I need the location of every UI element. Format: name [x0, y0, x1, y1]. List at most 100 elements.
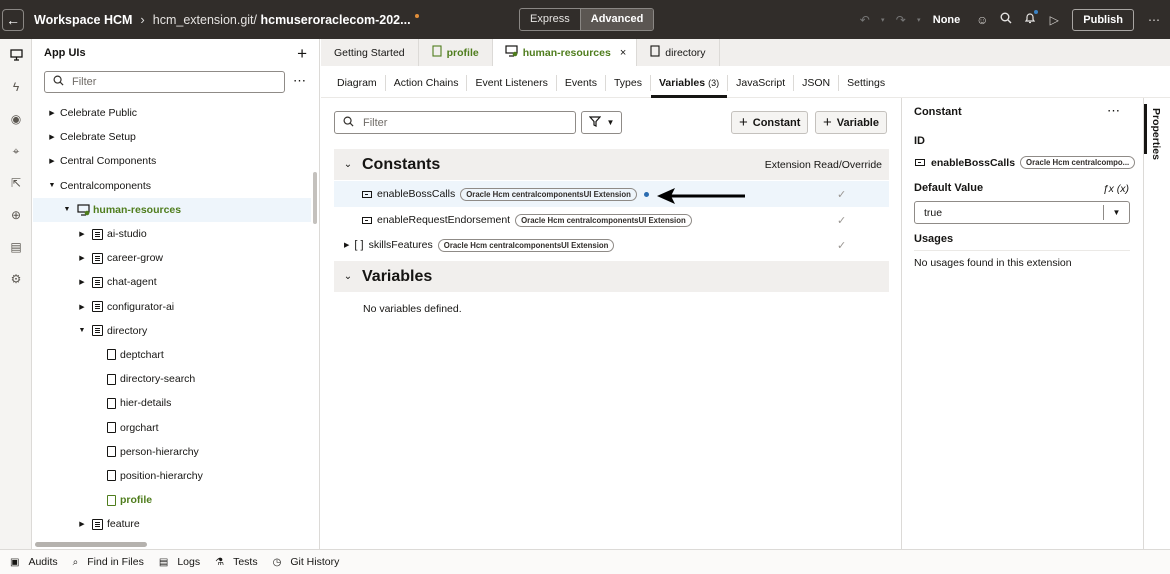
- tree-item[interactable]: profile: [33, 488, 311, 512]
- none-label[interactable]: None: [933, 14, 961, 26]
- tree-item[interactable]: ▶ Central Components: [33, 149, 311, 173]
- tree-item[interactable]: ▼ directory: [33, 319, 311, 343]
- tree-item[interactable]: position-hierarchy: [33, 464, 311, 488]
- smiley-icon[interactable]: ☺: [970, 13, 994, 27]
- publish-button[interactable]: Publish: [1072, 8, 1134, 31]
- tree-item[interactable]: ▶ Celebrate Setup: [33, 125, 311, 149]
- bottom-find-in-files-button[interactable]: ⌕ Find in Files: [73, 556, 144, 568]
- default-value-select[interactable]: true ▼: [914, 201, 1130, 224]
- bottom-tests-button[interactable]: ⚗ Tests: [215, 556, 257, 568]
- variables-section-header[interactable]: ⌄ Variables: [334, 261, 889, 292]
- chevron-down-icon[interactable]: ▼: [46, 182, 58, 189]
- add-variable-button[interactable]: + Variable: [815, 111, 887, 134]
- tree-item[interactable]: ▶ configurator-ai: [33, 295, 311, 319]
- export-icon[interactable]: ⇱: [0, 167, 32, 199]
- subtab-types[interactable]: Types: [606, 75, 651, 91]
- chevron-down-icon[interactable]: ▼: [76, 327, 88, 334]
- constant-row[interactable]: enableRequestEndorsement Oracle Hcm cent…: [334, 207, 889, 233]
- chevron-right-icon[interactable]: ▶: [76, 303, 88, 311]
- editor-tab[interactable]: profile: [419, 39, 493, 66]
- pin-icon[interactable]: ⌖: [0, 135, 32, 167]
- undo-icon[interactable]: ↶: [853, 13, 877, 27]
- redo-menu-icon[interactable]: ▾: [913, 16, 925, 24]
- bottom-git-history-button[interactable]: ◷ Git History: [273, 556, 340, 568]
- globe-icon[interactable]: ⊕: [0, 199, 32, 231]
- variables-filter-input[interactable]: Filter: [334, 111, 576, 134]
- constant-row[interactable]: enableBossCalls Oracle Hcm centralcompon…: [334, 181, 889, 207]
- chevron-right-icon[interactable]: ▶: [76, 230, 88, 238]
- settings-badge-icon[interactable]: ⚙: [0, 263, 32, 295]
- constant-row[interactable]: ▶ [ ] skillsFeatures Oracle Hcm centralc…: [334, 232, 889, 258]
- bottom-logs-button[interactable]: ▤ Logs: [159, 556, 200, 568]
- subtab-settings[interactable]: Settings: [839, 75, 893, 91]
- play-icon[interactable]: ▷: [1042, 13, 1066, 27]
- chevron-right-icon[interactable]: ▶: [46, 157, 58, 165]
- tree-item[interactable]: directory-search: [33, 367, 311, 391]
- chevron-right-icon[interactable]: ▶: [76, 520, 88, 528]
- file-icon[interactable]: ▤: [0, 231, 32, 263]
- mode-express-button[interactable]: Express: [520, 9, 580, 30]
- tree-item[interactable]: ▼ human-resources: [33, 197, 311, 222]
- bottom-audits-button[interactable]: ▣ Audits: [10, 556, 58, 568]
- tree-horizontal-scrollbar[interactable]: [35, 542, 147, 547]
- close-icon[interactable]: ×: [620, 47, 626, 59]
- tree-vertical-scrollbar[interactable]: [313, 172, 317, 224]
- editor-tab[interactable]: Getting Started: [321, 39, 419, 66]
- tree-item[interactable]: hier-details: [33, 391, 311, 415]
- more-icon[interactable]: ⋯: [1142, 13, 1166, 27]
- properties-panel: Constant ⋯ ID enableBossCalls Oracle Hcm…: [902, 98, 1143, 549]
- tree-item[interactable]: ▶ feature: [33, 512, 311, 536]
- subtab-variables[interactable]: Variables (3): [650, 75, 729, 98]
- eye-icon[interactable]: ◉: [0, 103, 32, 135]
- tree-item[interactable]: ▶ Celebrate Public: [33, 101, 311, 125]
- tree-item[interactable]: deptchart: [33, 343, 311, 367]
- page-icon: [107, 446, 116, 458]
- extension-read-override-label: Extension Read/Override: [764, 158, 882, 171]
- workspace-path[interactable]: hcm_extension.git/ hcmuseroraclecom-202.…: [153, 13, 419, 27]
- editor-tab[interactable]: directory: [637, 39, 720, 66]
- chevron-down-icon[interactable]: ▼: [1103, 205, 1129, 220]
- subtab-event-listeners[interactable]: Event Listeners: [467, 75, 557, 91]
- chevron-right-icon[interactable]: ▶: [76, 254, 88, 262]
- bell-icon[interactable]: [1018, 10, 1042, 27]
- add-constant-button[interactable]: + Constant: [731, 111, 809, 134]
- properties-more-icon[interactable]: ⋯: [1107, 103, 1121, 119]
- tree-item[interactable]: person-hierarchy: [33, 440, 311, 464]
- add-app-ui-icon[interactable]: +: [297, 44, 307, 64]
- subtab-label: JavaScript: [736, 77, 786, 89]
- tree-item[interactable]: orgchart: [33, 415, 311, 439]
- monitor-icon[interactable]: [0, 39, 32, 71]
- redo-icon[interactable]: ↷: [889, 13, 913, 27]
- search-icon[interactable]: [994, 12, 1018, 27]
- properties-side-tab[interactable]: Properties: [1143, 98, 1170, 549]
- app-uis-more-icon[interactable]: ⋯: [293, 73, 307, 89]
- undo-menu-icon[interactable]: ▾: [877, 16, 889, 24]
- expression-icon[interactable]: ƒx (x): [1103, 183, 1129, 195]
- back-button[interactable]: ←: [2, 8, 24, 31]
- tree-item[interactable]: ▶ ai-studio: [33, 222, 311, 246]
- editor-tab[interactable]: human-resources ×: [492, 39, 638, 66]
- workspace-title[interactable]: Workspace HCM: [34, 13, 132, 27]
- chevron-right-icon[interactable]: ▶: [76, 278, 88, 286]
- mode-advanced-button[interactable]: Advanced: [579, 9, 654, 30]
- chevron-right-icon[interactable]: ▶: [344, 241, 349, 249]
- subtab-javascript[interactable]: JavaScript: [728, 75, 795, 91]
- subtab-action-chains[interactable]: Action Chains: [386, 75, 468, 91]
- chevron-right-icon[interactable]: ▶: [46, 133, 58, 141]
- app-uis-filter-input[interactable]: Filter: [44, 71, 285, 93]
- chevron-down-icon: ⌄: [343, 159, 353, 170]
- tree-item[interactable]: ▶ career-grow: [33, 246, 311, 270]
- subtab-json[interactable]: JSON: [794, 75, 840, 91]
- subtab-diagram[interactable]: Diagram: [329, 75, 386, 91]
- check-icon: ✓: [837, 239, 847, 252]
- tree-item[interactable]: ▼ Centralcomponents: [33, 174, 311, 198]
- constant-name: enableBossCalls: [377, 188, 456, 200]
- chevron-down-icon[interactable]: ▼: [61, 206, 73, 213]
- filter-menu-button[interactable]: ▼: [581, 111, 622, 134]
- chevron-right-icon[interactable]: ▶: [46, 109, 58, 117]
- constants-section-header[interactable]: ⌄ Constants Extension Read/Override: [334, 149, 889, 180]
- tree-item-label: feature: [107, 518, 140, 531]
- lightning-icon[interactable]: ϟ: [0, 71, 32, 103]
- tree-item[interactable]: ▶ chat-agent: [33, 270, 311, 294]
- subtab-events[interactable]: Events: [557, 75, 606, 91]
